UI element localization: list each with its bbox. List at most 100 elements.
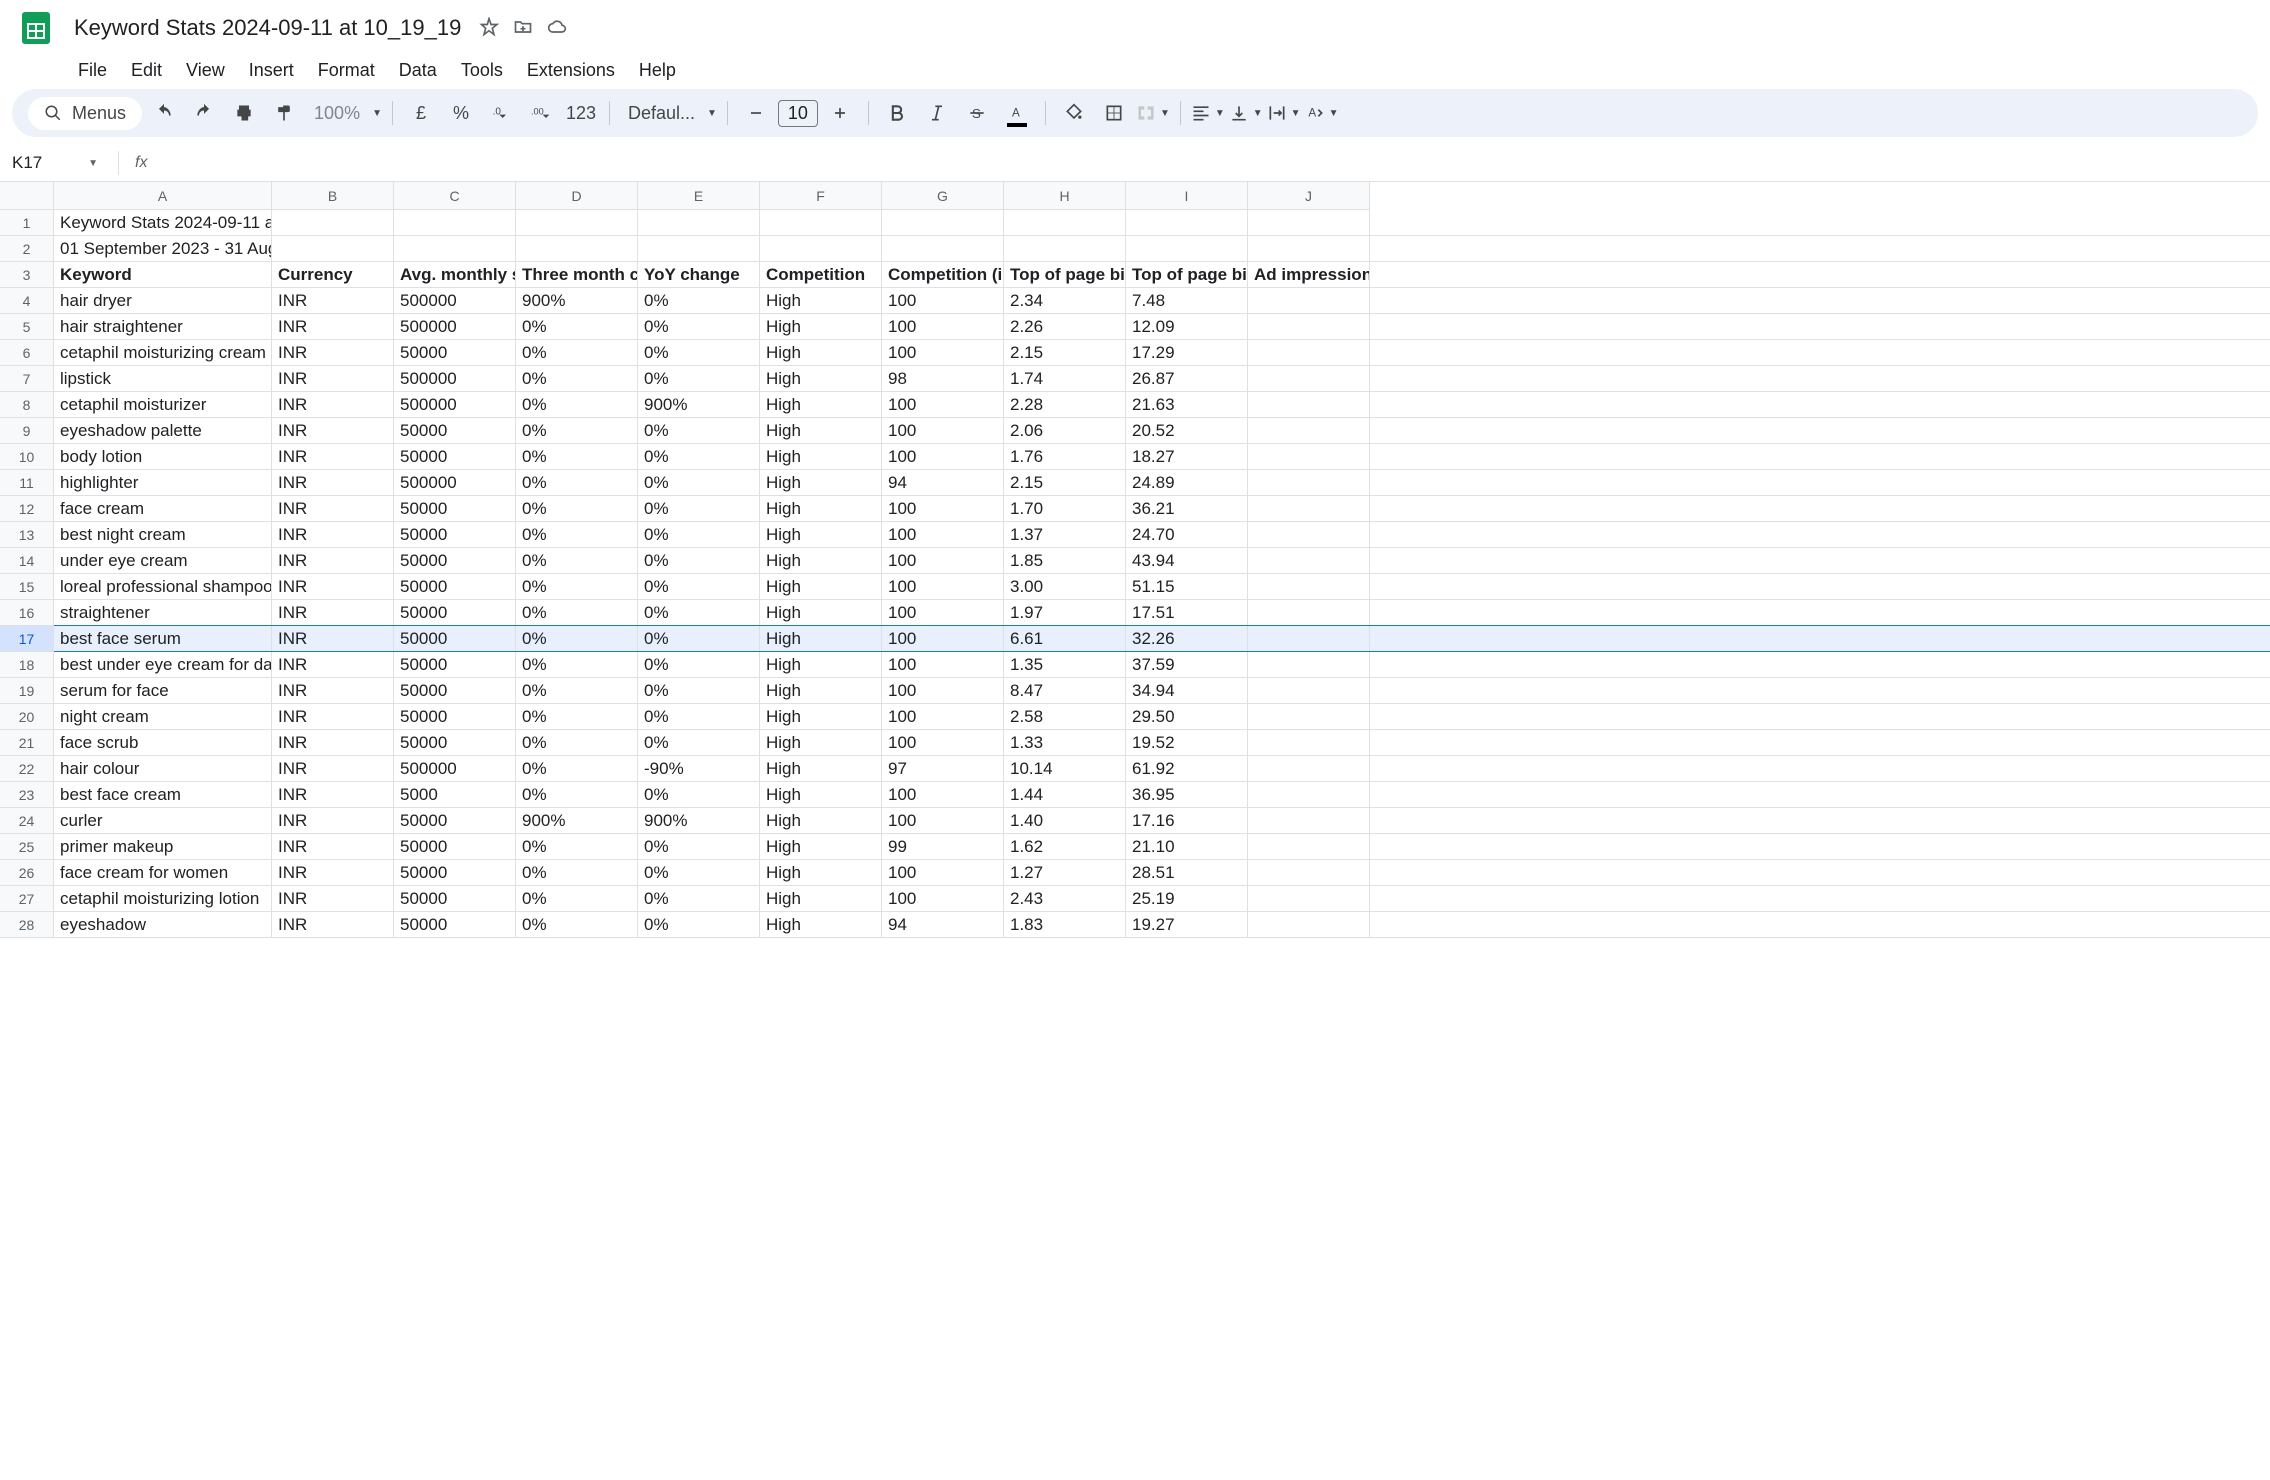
cell[interactable]: [394, 210, 516, 235]
cell[interactable]: 1.62: [1004, 834, 1126, 859]
row-header[interactable]: 18: [0, 652, 53, 678]
cell[interactable]: 50000: [394, 418, 516, 443]
cell[interactable]: 2.43: [1004, 886, 1126, 911]
cell[interactable]: INR: [272, 522, 394, 547]
cell[interactable]: 0%: [516, 600, 638, 625]
menu-help[interactable]: Help: [629, 56, 686, 85]
cell[interactable]: [1248, 834, 1370, 859]
cell[interactable]: best face serum: [54, 626, 272, 651]
row-header[interactable]: 22: [0, 756, 53, 782]
cell[interactable]: 0%: [516, 418, 638, 443]
cell[interactable]: 900%: [638, 392, 760, 417]
cell[interactable]: High: [760, 600, 882, 625]
cell[interactable]: YoY change: [638, 262, 760, 287]
cell[interactable]: 12.09: [1126, 314, 1248, 339]
cell[interactable]: serum for face: [54, 678, 272, 703]
cell[interactable]: 50000: [394, 678, 516, 703]
column-header[interactable]: J: [1248, 182, 1370, 209]
row-header[interactable]: 5: [0, 314, 53, 340]
cell[interactable]: High: [760, 782, 882, 807]
cell[interactable]: 2.15: [1004, 340, 1126, 365]
cell[interactable]: 0%: [638, 314, 760, 339]
currency-button[interactable]: £: [403, 95, 439, 131]
row-header[interactable]: 24: [0, 808, 53, 834]
row-header[interactable]: 20: [0, 704, 53, 730]
row-header[interactable]: 10: [0, 444, 53, 470]
cell[interactable]: 100: [882, 340, 1004, 365]
cell[interactable]: 99: [882, 834, 1004, 859]
cell[interactable]: [1004, 236, 1126, 261]
cell[interactable]: 1.40: [1004, 808, 1126, 833]
cell[interactable]: 100: [882, 782, 1004, 807]
cell[interactable]: 900%: [516, 288, 638, 313]
row-header[interactable]: 17: [0, 626, 53, 652]
row-header[interactable]: 7: [0, 366, 53, 392]
cell[interactable]: 50000: [394, 496, 516, 521]
text-color-button[interactable]: A: [999, 95, 1035, 131]
cell[interactable]: hair straightener: [54, 314, 272, 339]
cell[interactable]: High: [760, 730, 882, 755]
cloud-icon[interactable]: [547, 17, 567, 40]
search-menus[interactable]: Menus: [28, 97, 142, 130]
cell[interactable]: [1248, 574, 1370, 599]
vertical-align-button[interactable]: ▼: [1229, 103, 1263, 123]
cell[interactable]: 900%: [516, 808, 638, 833]
cell[interactable]: Top of page bid: [1126, 262, 1248, 287]
cell[interactable]: 3.00: [1004, 574, 1126, 599]
cell[interactable]: [1248, 340, 1370, 365]
cell[interactable]: 0%: [638, 574, 760, 599]
cell[interactable]: 50000: [394, 340, 516, 365]
cell[interactable]: 0%: [638, 496, 760, 521]
cell[interactable]: 500000: [394, 288, 516, 313]
menu-edit[interactable]: Edit: [121, 56, 172, 85]
cell[interactable]: curler: [54, 808, 272, 833]
cell[interactable]: 18.27: [1126, 444, 1248, 469]
cell[interactable]: 0%: [638, 366, 760, 391]
cell[interactable]: 0%: [638, 834, 760, 859]
cell[interactable]: [1248, 782, 1370, 807]
cell[interactable]: hair colour: [54, 756, 272, 781]
cell[interactable]: 100: [882, 704, 1004, 729]
cell[interactable]: [516, 236, 638, 261]
cell[interactable]: 0%: [516, 912, 638, 937]
cell[interactable]: 0%: [638, 912, 760, 937]
cell[interactable]: highlighter: [54, 470, 272, 495]
cell[interactable]: 100: [882, 626, 1004, 651]
cell[interactable]: 50000: [394, 730, 516, 755]
cell[interactable]: 51.15: [1126, 574, 1248, 599]
cell[interactable]: High: [760, 886, 882, 911]
cell[interactable]: 2.28: [1004, 392, 1126, 417]
cell[interactable]: High: [760, 522, 882, 547]
cell[interactable]: 100: [882, 496, 1004, 521]
cell[interactable]: High: [760, 314, 882, 339]
cell[interactable]: 0%: [516, 860, 638, 885]
cell[interactable]: Avg. monthly s: [394, 262, 516, 287]
cell[interactable]: [516, 210, 638, 235]
cell[interactable]: 1.27: [1004, 860, 1126, 885]
zoom-select[interactable]: 100% ▼: [306, 103, 382, 124]
cell[interactable]: 0%: [638, 470, 760, 495]
cell[interactable]: [882, 236, 1004, 261]
cell[interactable]: 100: [882, 600, 1004, 625]
cell[interactable]: 01 September 2023 - 31 August 2024: [54, 236, 272, 261]
cell[interactable]: best under eye cream for dark: [54, 652, 272, 677]
font-select[interactable]: Defaul... ▼: [620, 103, 717, 124]
cell[interactable]: hair dryer: [54, 288, 272, 313]
cell[interactable]: 50000: [394, 574, 516, 599]
cell[interactable]: 8.47: [1004, 678, 1126, 703]
cell[interactable]: 94: [882, 470, 1004, 495]
cell[interactable]: 26.87: [1126, 366, 1248, 391]
cell[interactable]: 34.94: [1126, 678, 1248, 703]
menu-insert[interactable]: Insert: [239, 56, 304, 85]
cell[interactable]: 2.26: [1004, 314, 1126, 339]
cell[interactable]: 0%: [638, 548, 760, 573]
cell[interactable]: Three month ch: [516, 262, 638, 287]
cell[interactable]: INR: [272, 314, 394, 339]
cell[interactable]: 50000: [394, 548, 516, 573]
cell[interactable]: 2.58: [1004, 704, 1126, 729]
cell[interactable]: 0%: [516, 704, 638, 729]
cell[interactable]: [1248, 886, 1370, 911]
row-header[interactable]: 8: [0, 392, 53, 418]
cell[interactable]: 21.63: [1126, 392, 1248, 417]
cell[interactable]: 0%: [638, 652, 760, 677]
